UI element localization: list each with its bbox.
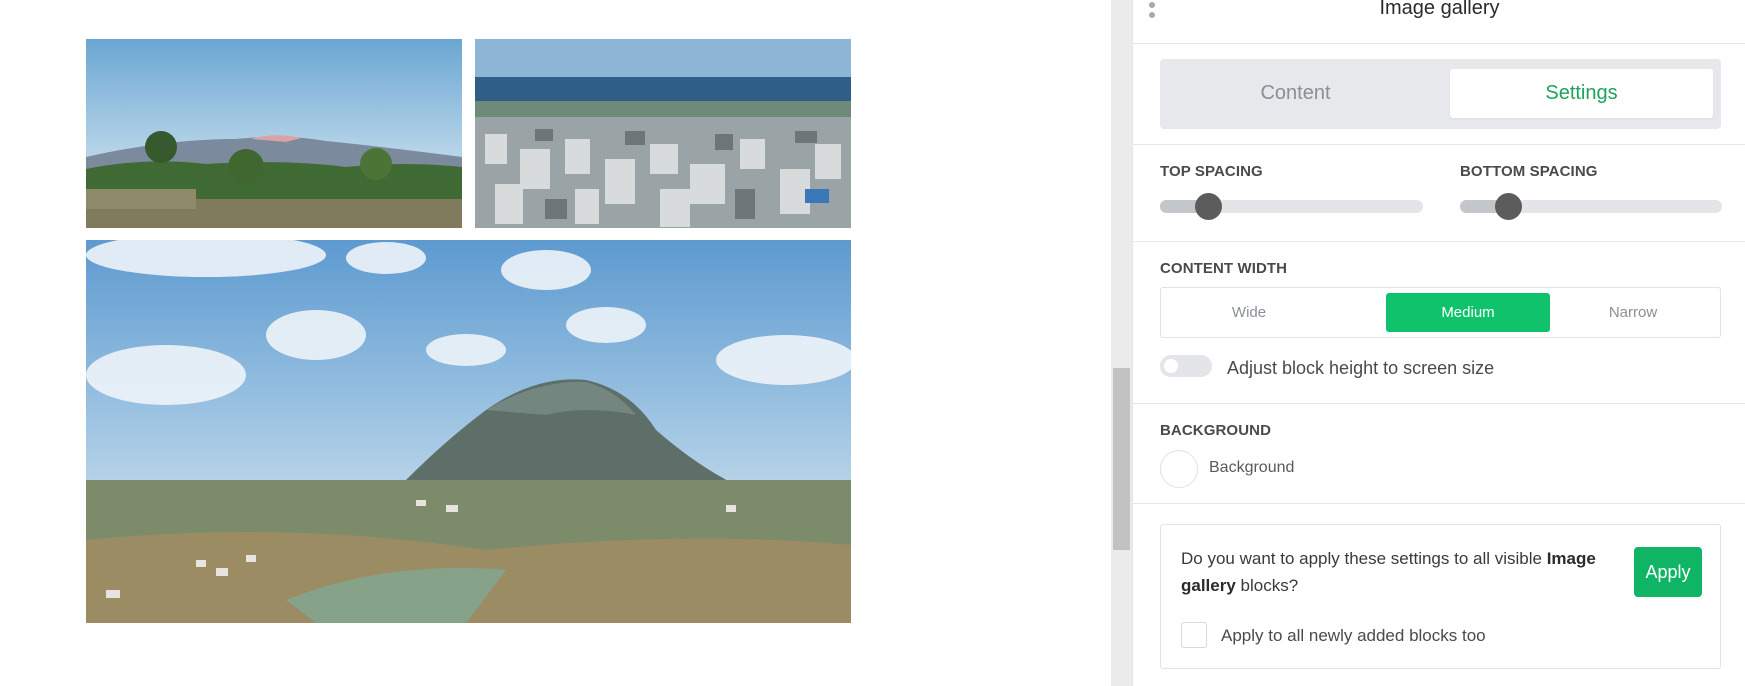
background-color-swatch[interactable] [1160,450,1198,488]
divider [1133,43,1745,44]
editor-canvas: Image gallery Content Settings TOP SPACI… [0,0,1745,686]
panel-title: Image gallery [1379,0,1500,19]
settings-panel: Image gallery Content Settings TOP SPACI… [1132,0,1745,686]
apply-question-start: Do you want to apply these settings to a… [1181,549,1547,568]
gallery-image-city[interactable] [475,39,851,228]
content-width-selector: Wide Medium Narrow [1160,287,1721,338]
bottom-spacing-slider[interactable] [1460,193,1722,220]
divider [1133,144,1745,145]
countryside-photo [86,39,462,228]
width-option-narrow[interactable]: Narrow [1551,293,1715,332]
apply-question: Do you want to apply these settings to a… [1181,545,1611,599]
bottom-spacing-label: BOTTOM SPACING [1460,163,1598,180]
width-option-wide[interactable]: Wide [1167,293,1331,332]
content-width-label: CONTENT WIDTH [1160,260,1288,277]
background-section-label: BACKGROUND [1160,422,1271,439]
slider-knob[interactable] [1195,193,1222,220]
toggle-dot [1164,359,1178,373]
apply-new-blocks-checkbox[interactable] [1181,622,1207,648]
adjust-height-toggle[interactable] [1160,355,1212,377]
tab-settings[interactable]: Settings [1450,69,1713,118]
divider [1133,503,1745,504]
adjust-height-label: Adjust block height to screen size [1227,358,1495,378]
city-photo [475,39,851,228]
slider-knob[interactable] [1495,193,1522,220]
tab-content[interactable]: Content [1164,69,1427,118]
apply-question-end: blocks? [1235,576,1299,595]
apply-button[interactable]: Apply [1634,547,1702,597]
top-spacing-slider[interactable] [1160,193,1423,220]
gallery-image-countryside[interactable] [86,39,462,228]
scrollbar-thumb[interactable] [1113,368,1130,550]
width-option-medium[interactable]: Medium [1386,293,1550,332]
panel-tabs: Content Settings [1160,59,1721,129]
divider [1133,403,1745,404]
background-label: Background [1209,459,1295,476]
page-scrollbar[interactable] [1111,0,1132,686]
apply-to-all-box: Do you want to apply these settings to a… [1160,524,1721,669]
divider [1133,241,1745,242]
top-spacing-label: TOP SPACING [1160,163,1263,180]
gallery-image-mountain[interactable] [86,240,851,623]
mountain-photo [86,240,851,623]
apply-new-blocks-label: Apply to all newly added blocks too [1221,626,1486,645]
